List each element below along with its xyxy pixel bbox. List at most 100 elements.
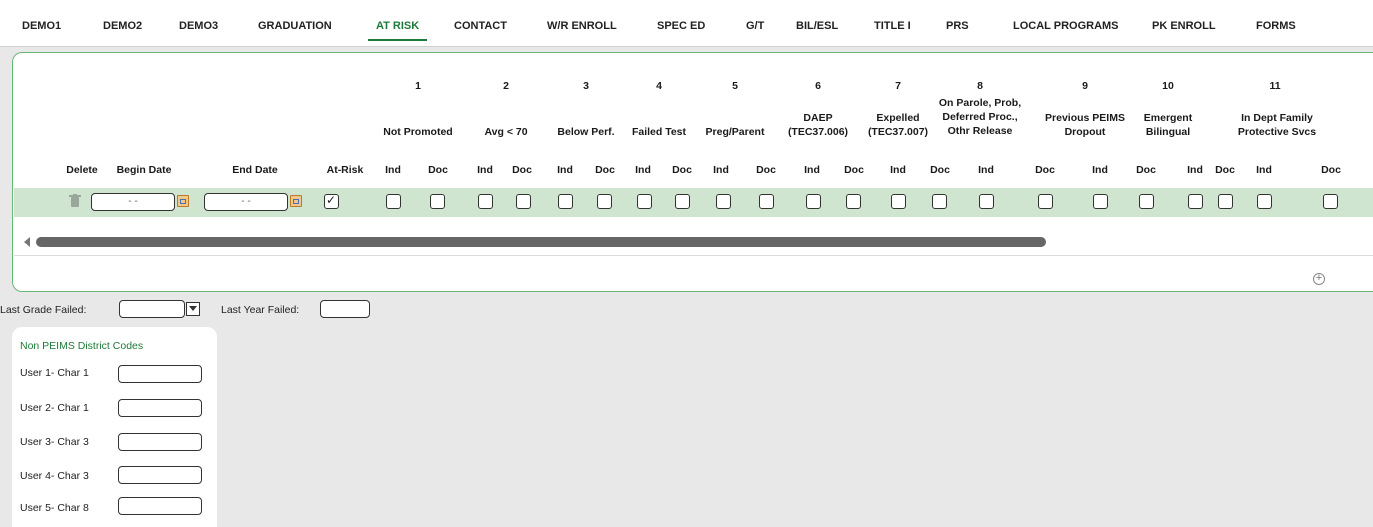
- trash-icon[interactable]: [69, 194, 81, 208]
- user-3-label: User 3- Char 3: [20, 436, 89, 448]
- tab-demo2[interactable]: DEMO2: [103, 20, 142, 32]
- previous-dropout-doc-checkbox[interactable]: [1139, 194, 1154, 209]
- begin-date-input[interactable]: - -: [91, 193, 175, 211]
- expelled-ind-checkbox[interactable]: [891, 194, 906, 209]
- preg-parent-doc-checkbox[interactable]: [759, 194, 774, 209]
- group-10-number: 10: [1162, 80, 1174, 92]
- col-at-risk: At-Risk: [326, 164, 364, 176]
- parole-ind-checkbox[interactable]: [979, 194, 994, 209]
- chevron-down-icon[interactable]: [186, 302, 200, 316]
- preg-parent-ind-checkbox[interactable]: [716, 194, 731, 209]
- not-promoted-doc-checkbox[interactable]: [430, 194, 445, 209]
- tab-prs[interactable]: PRS: [946, 20, 969, 32]
- col-ind: Ind: [713, 164, 729, 176]
- last-grade-failed-label: Last Grade Failed:: [0, 304, 87, 316]
- col-ind: Ind: [1092, 164, 1108, 176]
- scroll-left-arrow-icon[interactable]: [24, 237, 30, 247]
- horizontal-scrollbar-thumb[interactable]: [36, 237, 1046, 247]
- col-ind: Ind: [804, 164, 820, 176]
- tab-contact[interactable]: CONTACT: [454, 20, 507, 32]
- group-11-number: 11: [1269, 80, 1281, 92]
- col-ind: Ind: [978, 164, 994, 176]
- last-year-failed-input[interactable]: [320, 300, 370, 318]
- user-2-label: User 2- Char 1: [20, 402, 89, 414]
- calendar-icon[interactable]: [290, 195, 302, 207]
- below-perf-doc-checkbox[interactable]: [597, 194, 612, 209]
- col-ind: Ind: [1256, 164, 1272, 176]
- tab-demo3[interactable]: DEMO3: [179, 20, 218, 32]
- tab-gt[interactable]: G/T: [746, 20, 764, 32]
- user-2-input[interactable]: [118, 399, 202, 417]
- tab-local-programs[interactable]: LOCAL PROGRAMS: [1013, 20, 1119, 32]
- col-doc: Doc: [930, 164, 950, 176]
- col-doc: Doc: [756, 164, 776, 176]
- emergent-bilingual-ind-checkbox[interactable]: [1188, 194, 1203, 209]
- group-5-label: Preg/Parent: [705, 126, 765, 138]
- group-6-label: DAEP (TEC37.006): [787, 112, 849, 138]
- tab-graduation[interactable]: GRADUATION: [258, 20, 332, 32]
- col-ind: Ind: [477, 164, 493, 176]
- tab-bar: DEMO1 DEMO2 DEMO3 GRADUATION AT RISK CON…: [0, 0, 1373, 47]
- group-9-label: Previous PEIMS Dropout: [1045, 112, 1125, 138]
- col-doc: Doc: [844, 164, 864, 176]
- daep-doc-checkbox[interactable]: [846, 194, 861, 209]
- calendar-icon[interactable]: [177, 195, 189, 207]
- tab-title-i[interactable]: TITLE I: [874, 20, 911, 32]
- col-doc: Doc: [1136, 164, 1156, 176]
- group-10-label: Emergent Bilingual: [1143, 112, 1193, 138]
- user-5-input[interactable]: [118, 497, 202, 515]
- group-11-label: In Dept Family Protective Svcs: [1237, 112, 1317, 138]
- group-4-number: 4: [656, 80, 662, 92]
- at-risk-checkbox[interactable]: [324, 193, 339, 209]
- group-8-label: On Parole, Prob, Deferred Proc., Othr Re…: [938, 97, 1022, 137]
- col-ind: Ind: [385, 164, 401, 176]
- last-grade-failed-select[interactable]: [119, 300, 185, 318]
- add-row-plus-icon[interactable]: +: [1313, 273, 1325, 285]
- failed-test-doc-checkbox[interactable]: [675, 194, 690, 209]
- end-date-input[interactable]: - -: [204, 193, 288, 211]
- failed-test-ind-checkbox[interactable]: [637, 194, 652, 209]
- tab-at-risk[interactable]: AT RISK: [367, 20, 428, 41]
- avg-70-doc-checkbox[interactable]: [516, 194, 531, 209]
- col-ind: Ind: [635, 164, 651, 176]
- col-doc: Doc: [1321, 164, 1341, 176]
- col-delete: Delete: [66, 164, 98, 176]
- group-7-number: 7: [895, 80, 901, 92]
- emergent-bilingual-doc-checkbox[interactable]: [1218, 194, 1233, 209]
- previous-dropout-ind-checkbox[interactable]: [1093, 194, 1108, 209]
- col-ind: Ind: [890, 164, 906, 176]
- group-3-number: 3: [583, 80, 589, 92]
- daep-ind-checkbox[interactable]: [806, 194, 821, 209]
- avg-70-ind-checkbox[interactable]: [478, 194, 493, 209]
- user-4-input[interactable]: [118, 466, 202, 484]
- last-year-failed-label: Last Year Failed:: [221, 304, 300, 316]
- user-1-input[interactable]: [118, 365, 202, 383]
- col-doc: Doc: [428, 164, 448, 176]
- not-promoted-ind-checkbox[interactable]: [386, 194, 401, 209]
- family-protective-doc-checkbox[interactable]: [1323, 194, 1338, 209]
- non-peims-title: Non PEIMS District Codes: [20, 340, 144, 352]
- divider: [14, 255, 1373, 256]
- col-begin-date: Begin Date: [116, 164, 172, 176]
- col-doc: Doc: [595, 164, 615, 176]
- family-protective-ind-checkbox[interactable]: [1257, 194, 1272, 209]
- tab-demo1[interactable]: DEMO1: [22, 20, 61, 32]
- user-1-label: User 1- Char 1: [20, 367, 89, 379]
- user-3-input[interactable]: [118, 433, 202, 451]
- user-5-label: User 5- Char 8: [20, 502, 89, 514]
- col-doc: Doc: [1215, 164, 1235, 176]
- group-1-label: Not Promoted: [383, 126, 453, 138]
- tab-spec-ed[interactable]: SPEC ED: [657, 20, 705, 32]
- col-doc: Doc: [1035, 164, 1055, 176]
- parole-doc-checkbox[interactable]: [1038, 194, 1053, 209]
- group-4-label: Failed Test: [631, 126, 687, 138]
- col-end-date: End Date: [232, 164, 278, 176]
- tab-forms[interactable]: FORMS: [1256, 20, 1296, 32]
- below-perf-ind-checkbox[interactable]: [558, 194, 573, 209]
- tab-wr-enroll[interactable]: W/R ENROLL: [547, 20, 617, 32]
- group-2-label: Avg < 70: [484, 126, 528, 138]
- tab-pk-enroll[interactable]: PK ENROLL: [1152, 20, 1216, 32]
- expelled-doc-checkbox[interactable]: [932, 194, 947, 209]
- group-2-number: 2: [503, 80, 509, 92]
- tab-bil-esl[interactable]: BIL/ESL: [796, 20, 838, 32]
